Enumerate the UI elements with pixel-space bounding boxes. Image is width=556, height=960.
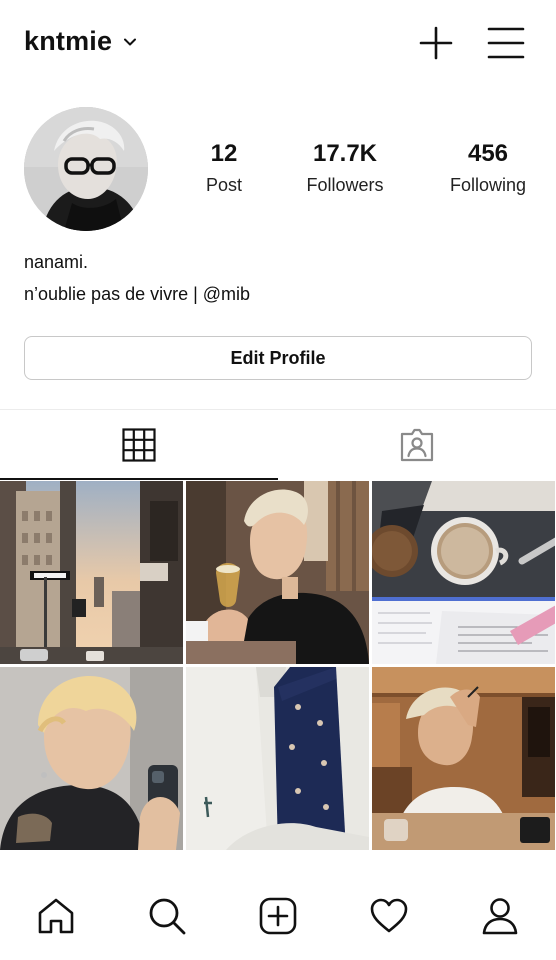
display-name: nanami.	[24, 252, 89, 272]
posts-count-label: Post	[205, 175, 243, 195]
posts-count[interactable]: 12 Post	[184, 140, 264, 196]
bottom-navigation	[0, 872, 556, 960]
tab-posts-grid[interactable]	[0, 410, 278, 480]
home-icon[interactable]	[36, 896, 76, 936]
following-count-label: Following	[449, 175, 527, 195]
followers-count[interactable]: 17.7K Followers	[292, 140, 398, 196]
tab-tagged[interactable]	[278, 410, 556, 480]
followers-count-value: 17.7K	[312, 140, 378, 167]
chevron-down-icon	[124, 38, 137, 45]
following-count[interactable]: 456 Following	[438, 140, 538, 196]
post-thumbnail[interactable]	[0, 481, 183, 664]
posts-grid	[0, 481, 556, 851]
bio-text: n’oublie pas de vivre | @mib	[24, 284, 251, 304]
username: kntmie	[24, 26, 113, 56]
selected-tab-indicator	[0, 478, 278, 480]
post-thumbnail[interactable]	[372, 481, 555, 664]
add-post-icon[interactable]	[258, 896, 298, 936]
posts-count-value: 12	[210, 140, 238, 167]
tagged-person-icon	[400, 428, 434, 462]
post-thumbnail[interactable]	[186, 481, 369, 664]
edit-profile-button[interactable]: Edit Profile	[24, 336, 532, 380]
post-thumbnail[interactable]	[0, 667, 183, 850]
following-count-value: 456	[467, 140, 509, 167]
post-thumbnail[interactable]	[186, 667, 369, 850]
plus-icon[interactable]	[417, 24, 455, 62]
followers-count-label: Followers	[306, 175, 384, 195]
hamburger-menu-icon[interactable]	[487, 24, 525, 62]
top-header: kntmie	[0, 0, 556, 84]
search-icon[interactable]	[147, 896, 187, 936]
account-switcher[interactable]: kntmie	[24, 26, 138, 57]
profile-icon[interactable]	[480, 896, 520, 936]
heart-icon[interactable]	[369, 896, 409, 936]
grid-icon	[122, 428, 156, 462]
profile-avatar[interactable]	[24, 107, 148, 231]
post-thumbnail[interactable]	[372, 667, 555, 850]
